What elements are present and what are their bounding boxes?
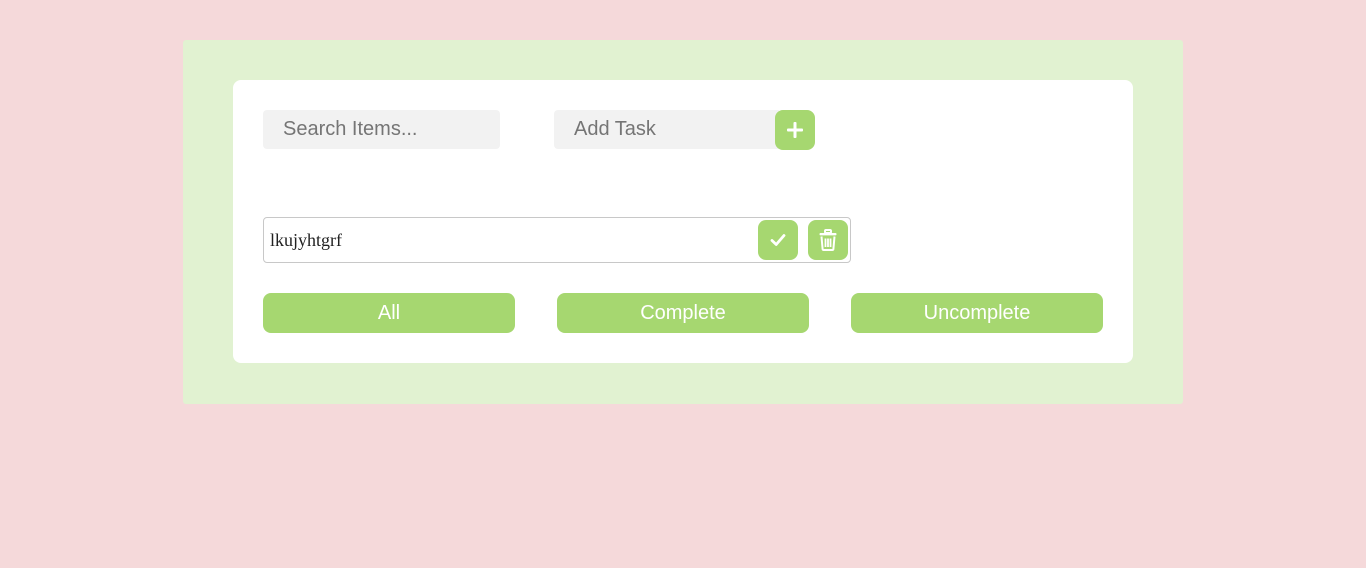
plus-icon xyxy=(787,122,803,138)
check-icon xyxy=(770,234,786,246)
complete-task-button[interactable] xyxy=(758,220,798,260)
delete-task-button[interactable] xyxy=(808,220,848,260)
add-task-button[interactable] xyxy=(775,110,815,150)
todo-card: lkujyhtgrf All Complete Uncomplete xyxy=(233,80,1133,363)
filter-complete-button[interactable]: Complete xyxy=(557,293,809,333)
task-text: lkujyhtgrf xyxy=(270,230,342,250)
search-input[interactable] xyxy=(263,110,500,149)
app-container: lkujyhtgrf All Complete Uncomplete xyxy=(183,40,1183,404)
task-item: lkujyhtgrf xyxy=(263,217,851,263)
trash-icon xyxy=(819,229,837,251)
filter-uncomplete-button[interactable]: Uncomplete xyxy=(851,293,1103,333)
add-task-input[interactable] xyxy=(554,110,779,149)
filter-all-button[interactable]: All xyxy=(263,293,515,333)
